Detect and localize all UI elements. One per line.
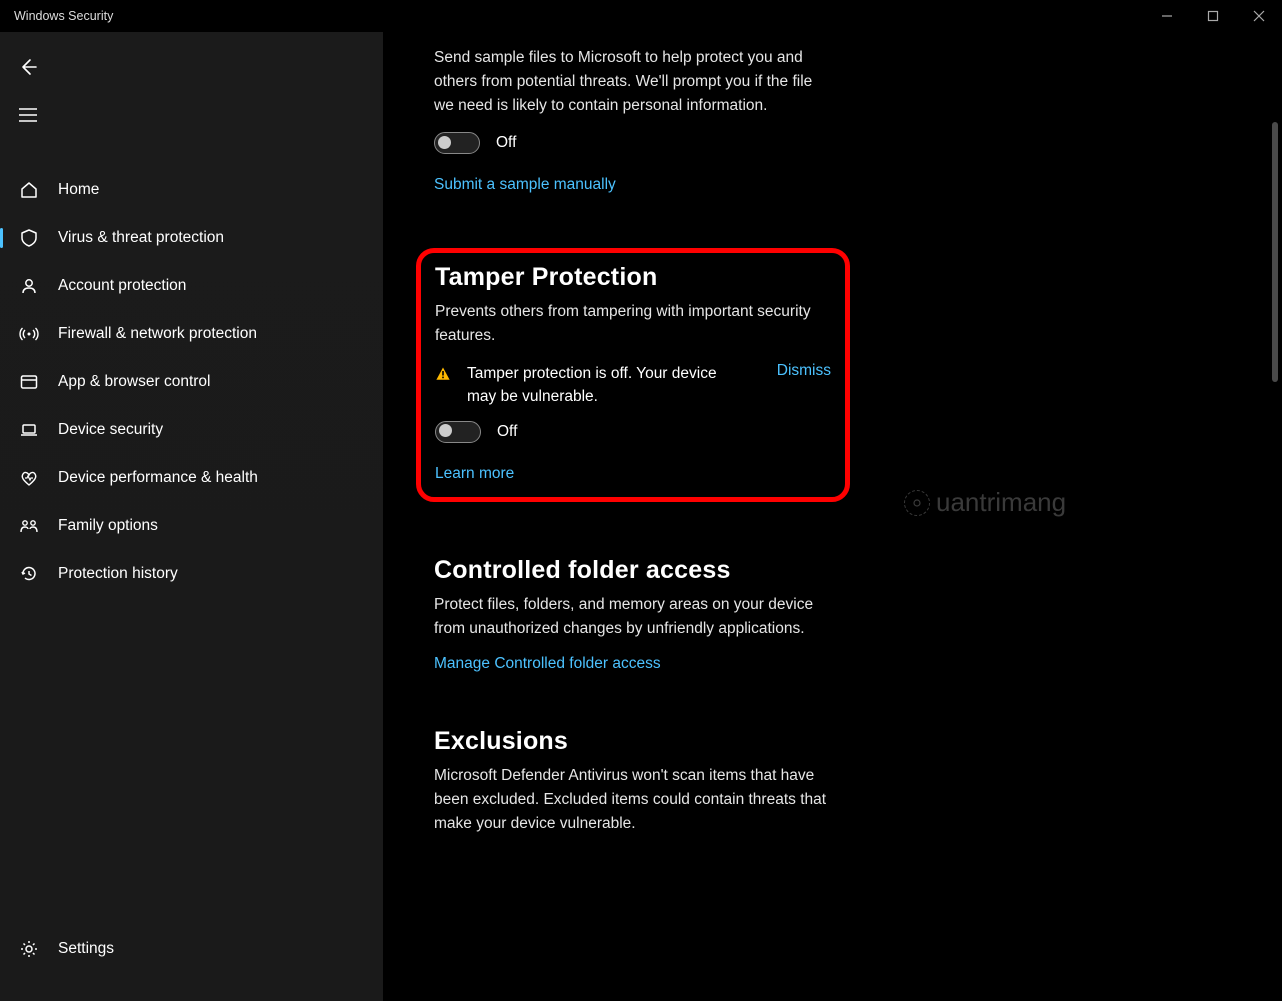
tamper-learn-more-link[interactable]: Learn more: [435, 465, 514, 483]
sidebar-item-label: Firewall & network protection: [58, 325, 257, 343]
antenna-icon: [18, 323, 40, 345]
submit-sample-link[interactable]: Submit a sample manually: [434, 176, 616, 194]
sidebar-item-history[interactable]: Protection history: [0, 550, 383, 598]
auto-sample-desc: Send sample files to Microsoft to help p…: [434, 46, 834, 118]
sidebar-item-label: Device performance & health: [58, 469, 258, 487]
family-icon: [18, 515, 40, 537]
laptop-icon: [18, 419, 40, 441]
tamper-desc: Prevents others from tampering with impo…: [435, 300, 815, 348]
auto-sample-toggle[interactable]: [434, 132, 480, 154]
window-title: Windows Security: [14, 9, 113, 23]
sidebar-item-settings[interactable]: Settings: [0, 925, 383, 973]
content-area: Send sample files to Microsoft to help p…: [384, 32, 1282, 1001]
account-icon: [18, 275, 40, 297]
sidebar-item-performance[interactable]: Device performance & health: [0, 454, 383, 502]
sidebar-item-virus-threat[interactable]: Virus & threat protection: [0, 214, 383, 262]
shield-icon: [18, 227, 40, 249]
app-browser-icon: [18, 371, 40, 393]
sidebar-item-label: App & browser control: [58, 373, 211, 391]
sidebar-item-label: Family options: [58, 517, 158, 535]
sidebar-item-label: Account protection: [58, 277, 186, 295]
sidebar-item-family[interactable]: Family options: [0, 502, 383, 550]
cfa-desc: Protect files, folders, and memory areas…: [434, 593, 834, 641]
sidebar: Home Virus & threat protection Account p…: [0, 32, 384, 1001]
sidebar-item-home[interactable]: Home: [0, 166, 383, 214]
titlebar: Windows Security: [0, 0, 1282, 32]
close-button[interactable]: [1236, 0, 1282, 32]
section-auto-sample: Send sample files to Microsoft to help p…: [434, 46, 1094, 194]
gear-icon: [18, 938, 40, 960]
sidebar-item-label: Settings: [58, 940, 114, 958]
history-icon: [18, 563, 40, 585]
dismiss-link[interactable]: Dismiss: [777, 362, 831, 380]
cfa-manage-link[interactable]: Manage Controlled folder access: [434, 655, 661, 673]
tamper-warning-text: Tamper protection is off. Your device ma…: [467, 362, 717, 409]
section-tamper: Tamper Protection Prevents others from t…: [434, 248, 1094, 502]
cfa-title: Controlled folder access: [434, 556, 1094, 585]
back-button[interactable]: [18, 50, 52, 84]
sidebar-item-label: Device security: [58, 421, 163, 439]
section-exclusions: Exclusions Microsoft Defender Antivirus …: [434, 727, 1094, 836]
warning-icon: [435, 366, 453, 382]
sidebar-item-app-browser[interactable]: App & browser control: [0, 358, 383, 406]
tamper-title: Tamper Protection: [435, 263, 831, 292]
exclusions-desc: Microsoft Defender Antivirus won't scan …: [434, 764, 844, 836]
auto-sample-toggle-label: Off: [496, 134, 516, 152]
heart-pulse-icon: [18, 467, 40, 489]
exclusions-title: Exclusions: [434, 727, 1094, 756]
sidebar-item-label: Protection history: [58, 565, 178, 583]
tamper-toggle[interactable]: [435, 421, 481, 443]
sidebar-item-device-security[interactable]: Device security: [0, 406, 383, 454]
tamper-toggle-label: Off: [497, 423, 517, 441]
section-cfa: Controlled folder access Protect files, …: [434, 556, 1094, 673]
maximize-button[interactable]: [1190, 0, 1236, 32]
scrollbar[interactable]: [1272, 32, 1278, 1001]
home-icon: [18, 179, 40, 201]
minimize-button[interactable]: [1144, 0, 1190, 32]
sidebar-item-account[interactable]: Account protection: [0, 262, 383, 310]
sidebar-item-firewall[interactable]: Firewall & network protection: [0, 310, 383, 358]
sidebar-item-label: Home: [58, 181, 99, 199]
sidebar-item-label: Virus & threat protection: [58, 229, 224, 247]
highlight-annotation: Tamper Protection Prevents others from t…: [416, 248, 850, 502]
hamburger-button[interactable]: [18, 98, 52, 132]
